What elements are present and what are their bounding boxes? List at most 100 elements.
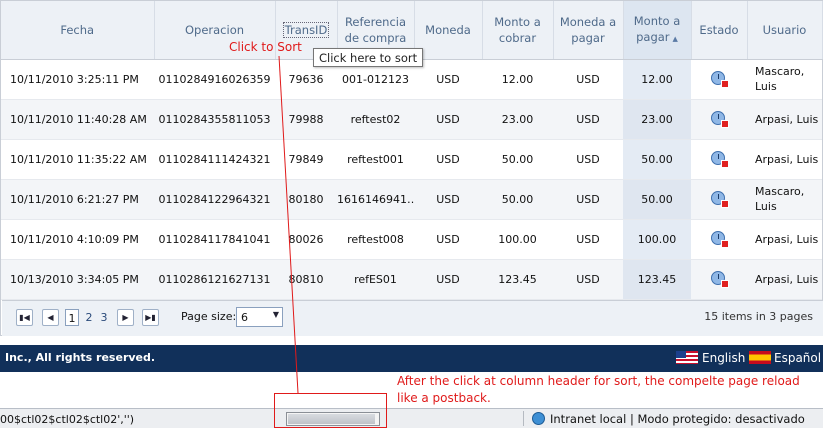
cell-referencia: refES01	[337, 259, 414, 300]
table-row[interactable]: 10/11/2010 4:10:09 PM 0110284117841041 800…	[1, 219, 822, 260]
cell-fecha: 10/11/2010 3:25:11 PM	[1, 59, 154, 100]
table-row[interactable]: 10/11/2010 11:35:22 AM 0110284111424321 79…	[1, 139, 822, 180]
column-header-label: Moneda	[425, 22, 471, 37]
cell-estado	[691, 259, 747, 300]
column-header-label: Monto a cobrar	[494, 14, 541, 45]
cell-transid: 80026	[275, 219, 337, 260]
cell-fecha: 10/11/2010 6:21:27 PM	[1, 179, 154, 220]
cell-monto-cobrar: 50.00	[482, 179, 553, 220]
cell-moneda: USD	[414, 59, 482, 100]
table-row[interactable]: 10/11/2010 6:21:27 PM 0110284122964321 801…	[1, 179, 822, 220]
cell-operacion: 0110284111424321	[154, 139, 275, 180]
status-pending-icon[interactable]	[711, 271, 729, 288]
cell-referencia: reftest001	[337, 139, 414, 180]
pager-info: 15 items in 3 pages	[704, 310, 813, 323]
last-page-icon: ▶▮	[145, 313, 156, 322]
column-header-usuario[interactable]: Usuario	[747, 1, 823, 60]
status-pending-icon[interactable]	[711, 71, 729, 88]
page-size-value: 6	[241, 311, 248, 324]
cell-monto-cobrar: 23.00	[482, 99, 553, 140]
cell-monto-cobrar: 100.00	[482, 219, 553, 260]
page-size-label: Page size:	[181, 310, 237, 323]
cell-transid: 80810	[275, 259, 337, 300]
cell-moneda: USD	[414, 179, 482, 220]
last-page-button[interactable]: ▶▮	[142, 309, 159, 326]
cell-monto-pagar: 23.00	[623, 99, 691, 140]
cell-monto-cobrar: 123.45	[482, 259, 553, 300]
cell-moneda-pagar: USD	[553, 99, 623, 140]
prev-page-button[interactable]: ◀	[42, 309, 59, 326]
cell-estado	[691, 99, 747, 140]
sort-ascending-icon: ▲	[672, 34, 678, 43]
spain-flag-icon[interactable]	[749, 351, 771, 364]
cell-monto-cobrar: 50.00	[482, 139, 553, 180]
column-header-fecha[interactable]: Fecha	[1, 1, 155, 60]
grid-pager: ▮◀ ◀ 1 2 3 ▶ ▶▮ Page size: 6 ▼ 15 items …	[2, 300, 823, 336]
column-header-label: Operacion	[184, 22, 245, 37]
us-flag-icon[interactable]	[676, 351, 698, 364]
copyright-text: Inc., All rights reserved.	[5, 351, 156, 364]
cell-monto-pagar: 12.00	[623, 59, 691, 100]
annotation-note-line2: like a postback.	[397, 391, 491, 405]
page-3-link[interactable]: 3	[97, 309, 111, 326]
page-1-link[interactable]: 1	[65, 309, 79, 326]
spanish-link[interactable]: Español	[774, 351, 821, 365]
cell-estado	[691, 139, 747, 180]
cell-transid: 79849	[275, 139, 337, 180]
cell-operacion: 0110284117841041	[154, 219, 275, 260]
cell-moneda-pagar: USD	[553, 59, 623, 100]
cell-monto-pagar: 50.00	[623, 179, 691, 220]
cell-transid: 80180	[275, 179, 337, 220]
cell-monto-pagar: 123.45	[623, 259, 691, 300]
table-row[interactable]: 10/11/2010 11:40:28 AM 0110284355811053 79…	[1, 99, 822, 140]
cell-usuario: Mascaro, Luis	[747, 59, 822, 100]
column-header-moneda-pagar[interactable]: Moneda a pagar	[553, 1, 624, 60]
sort-tooltip: Click here to sort	[313, 48, 424, 67]
column-header-monto-cobrar[interactable]: Monto a cobrar	[482, 1, 554, 60]
status-pending-icon[interactable]	[711, 231, 729, 248]
cell-moneda-pagar: USD	[553, 219, 623, 260]
cell-operacion: 0110284916026359	[154, 59, 275, 100]
cell-estado	[691, 179, 747, 220]
cell-fecha: 10/11/2010 11:40:28 AM	[1, 99, 154, 140]
status-pending-icon[interactable]	[711, 191, 729, 208]
cell-monto-cobrar: 12.00	[482, 59, 553, 100]
cell-transid: 79988	[275, 99, 337, 140]
cell-monto-pagar: 100.00	[623, 219, 691, 260]
prev-page-icon: ◀	[47, 313, 54, 322]
cell-moneda: USD	[414, 139, 482, 180]
cell-moneda: USD	[414, 259, 482, 300]
first-page-icon: ▮◀	[19, 313, 30, 322]
security-zone-text: Intranet local | Modo protegido: desacti…	[550, 412, 805, 426]
chevron-down-icon: ▼	[272, 310, 279, 319]
cell-operacion: 0110284355811053	[154, 99, 275, 140]
column-header-label: Usuario	[762, 22, 807, 37]
cell-fecha: 10/11/2010 4:10:09 PM	[1, 219, 154, 260]
browser-status-bar: 00$ctl02$ctl02$ctl02','') Intranet local…	[0, 408, 823, 428]
column-header-label: TransID	[282, 21, 330, 38]
status-separator	[523, 411, 524, 426]
status-pending-icon[interactable]	[711, 111, 729, 128]
column-header-moneda[interactable]: Moneda	[414, 1, 483, 60]
english-link[interactable]: English	[702, 351, 745, 365]
cell-operacion: 0110286121627131	[154, 259, 275, 300]
cell-usuario: Arpasi, Luis	[747, 99, 822, 140]
cell-referencia: 1616146941…	[337, 179, 414, 220]
page-size-select[interactable]: 6 ▼	[236, 307, 283, 327]
cell-usuario: Arpasi, Luis	[747, 139, 822, 180]
cell-usuario: Arpasi, Luis	[747, 219, 822, 260]
next-page-icon: ▶	[122, 313, 129, 322]
column-header-label: Estado	[699, 22, 739, 37]
column-header-monto-pagar[interactable]: Monto a pagar ▲	[623, 1, 692, 60]
grid-table: Fecha Operacion TransID Referencia de co…	[1, 1, 823, 300]
annotation-highlight-box	[274, 393, 387, 428]
table-row[interactable]: 10/13/2010 3:34:05 PM 0110286121627131 808…	[1, 259, 822, 300]
status-pending-icon[interactable]	[711, 151, 729, 168]
page-2-link[interactable]: 2	[82, 309, 96, 326]
first-page-button[interactable]: ▮◀	[16, 309, 33, 326]
annotation-click-to-sort: Click to Sort	[229, 40, 302, 54]
status-text: 00$ctl02$ctl02$ctl02','')	[0, 413, 135, 426]
next-page-button[interactable]: ▶	[117, 309, 134, 326]
column-header-estado[interactable]: Estado	[691, 1, 748, 60]
cell-fecha: 10/13/2010 3:34:05 PM	[1, 259, 154, 300]
